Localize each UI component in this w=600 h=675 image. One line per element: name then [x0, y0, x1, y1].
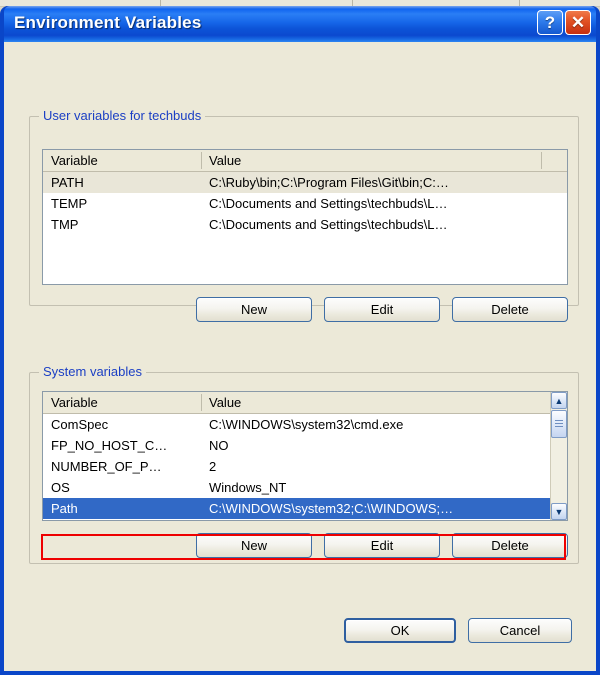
- screenshot-root: Environment Variables ? ✕ User variables…: [0, 0, 600, 675]
- cell-value: Windows_NT: [209, 480, 287, 495]
- cell-variable: Path: [51, 501, 78, 516]
- caption-button-group: ? ✕: [537, 10, 591, 35]
- user-new-button[interactable]: New: [196, 297, 312, 322]
- cell-variable: OS: [51, 480, 70, 495]
- close-icon[interactable]: ✕: [565, 10, 591, 35]
- system-column-header-variable[interactable]: Variable: [51, 395, 98, 410]
- cell-value: C:\Ruby\bin;C:\Program Files\Git\bin;C:…: [209, 175, 449, 190]
- dialog-client-area: User variables for techbuds Variable Val…: [4, 42, 596, 671]
- ok-button[interactable]: OK: [344, 618, 456, 643]
- user-list-body: PATH C:\Ruby\bin;C:\Program Files\Git\bi…: [43, 172, 567, 235]
- user-list-header: Variable Value: [43, 150, 567, 172]
- system-list-scrollbar[interactable]: ▲ ▼: [550, 392, 567, 520]
- user-delete-button[interactable]: Delete: [452, 297, 568, 322]
- window-title: Environment Variables: [14, 13, 202, 32]
- cell-variable: NUMBER_OF_P…: [51, 459, 162, 474]
- cell-variable: PATH: [51, 175, 84, 190]
- table-row[interactable]: OS Windows_NT: [43, 477, 567, 498]
- cell-value: 2: [209, 459, 217, 474]
- environment-variables-dialog: Environment Variables ? ✕ User variables…: [0, 6, 600, 675]
- cell-variable: TEMP: [51, 196, 88, 211]
- cell-variable: ComSpec: [51, 417, 109, 432]
- scrollbar-thumb[interactable]: [551, 410, 567, 438]
- scrollbar-grip-icon: [555, 419, 563, 429]
- system-variables-group: System variables Variable Value ComSpec …: [29, 364, 579, 564]
- cell-value: C:\WINDOWS\system32;C:\WINDOWS;…: [209, 501, 454, 516]
- system-variables-list[interactable]: Variable Value ComSpec C:\WINDOWS\system…: [42, 391, 568, 521]
- system-edit-button[interactable]: Edit: [324, 533, 440, 558]
- user-variables-list[interactable]: Variable Value PATH C:\Ruby\bin;C:\Progr…: [42, 149, 568, 285]
- cell-value: C:\WINDOWS\system32\cmd.exe: [209, 417, 404, 432]
- system-delete-button[interactable]: Delete: [452, 533, 568, 558]
- cell-variable: TMP: [51, 217, 79, 232]
- table-row[interactable]: NUMBER_OF_P… 2: [43, 456, 567, 477]
- cell-value: NO: [209, 438, 229, 453]
- table-row[interactable]: ComSpec C:\WINDOWS\system32\cmd.exe: [43, 414, 567, 435]
- system-new-button[interactable]: New: [196, 533, 312, 558]
- system-column-header-value[interactable]: Value: [209, 395, 241, 410]
- user-variables-label: User variables for techbuds: [39, 108, 206, 123]
- scroll-down-arrow-icon[interactable]: ▼: [551, 503, 567, 520]
- user-variables-group: User variables for techbuds Variable Val…: [29, 108, 579, 322]
- user-edit-button[interactable]: Edit: [324, 297, 440, 322]
- title-bar: Environment Variables ? ✕: [4, 6, 596, 42]
- system-list-body: ComSpec C:\WINDOWS\system32\cmd.exe FP_N…: [43, 414, 567, 519]
- help-icon[interactable]: ?: [537, 10, 563, 35]
- cancel-button[interactable]: Cancel: [468, 618, 572, 643]
- table-row-selected[interactable]: Path C:\WINDOWS\system32;C:\WINDOWS;…: [43, 498, 567, 519]
- scroll-up-arrow-icon[interactable]: ▲: [551, 392, 567, 409]
- table-row[interactable]: FP_NO_HOST_C… NO: [43, 435, 567, 456]
- table-row[interactable]: TEMP C:\Documents and Settings\techbuds\…: [43, 193, 567, 214]
- table-row[interactable]: PATH C:\Ruby\bin;C:\Program Files\Git\bi…: [43, 172, 567, 193]
- table-row[interactable]: TMP C:\Documents and Settings\techbuds\L…: [43, 214, 567, 235]
- user-column-header-variable[interactable]: Variable: [51, 153, 98, 168]
- cell-value: C:\Documents and Settings\techbuds\L…: [209, 217, 448, 232]
- system-list-header: Variable Value: [43, 392, 567, 414]
- cell-value: C:\Documents and Settings\techbuds\L…: [209, 196, 448, 211]
- user-column-header-value[interactable]: Value: [209, 153, 241, 168]
- system-variables-label: System variables: [39, 364, 146, 379]
- cell-variable: FP_NO_HOST_C…: [51, 438, 168, 453]
